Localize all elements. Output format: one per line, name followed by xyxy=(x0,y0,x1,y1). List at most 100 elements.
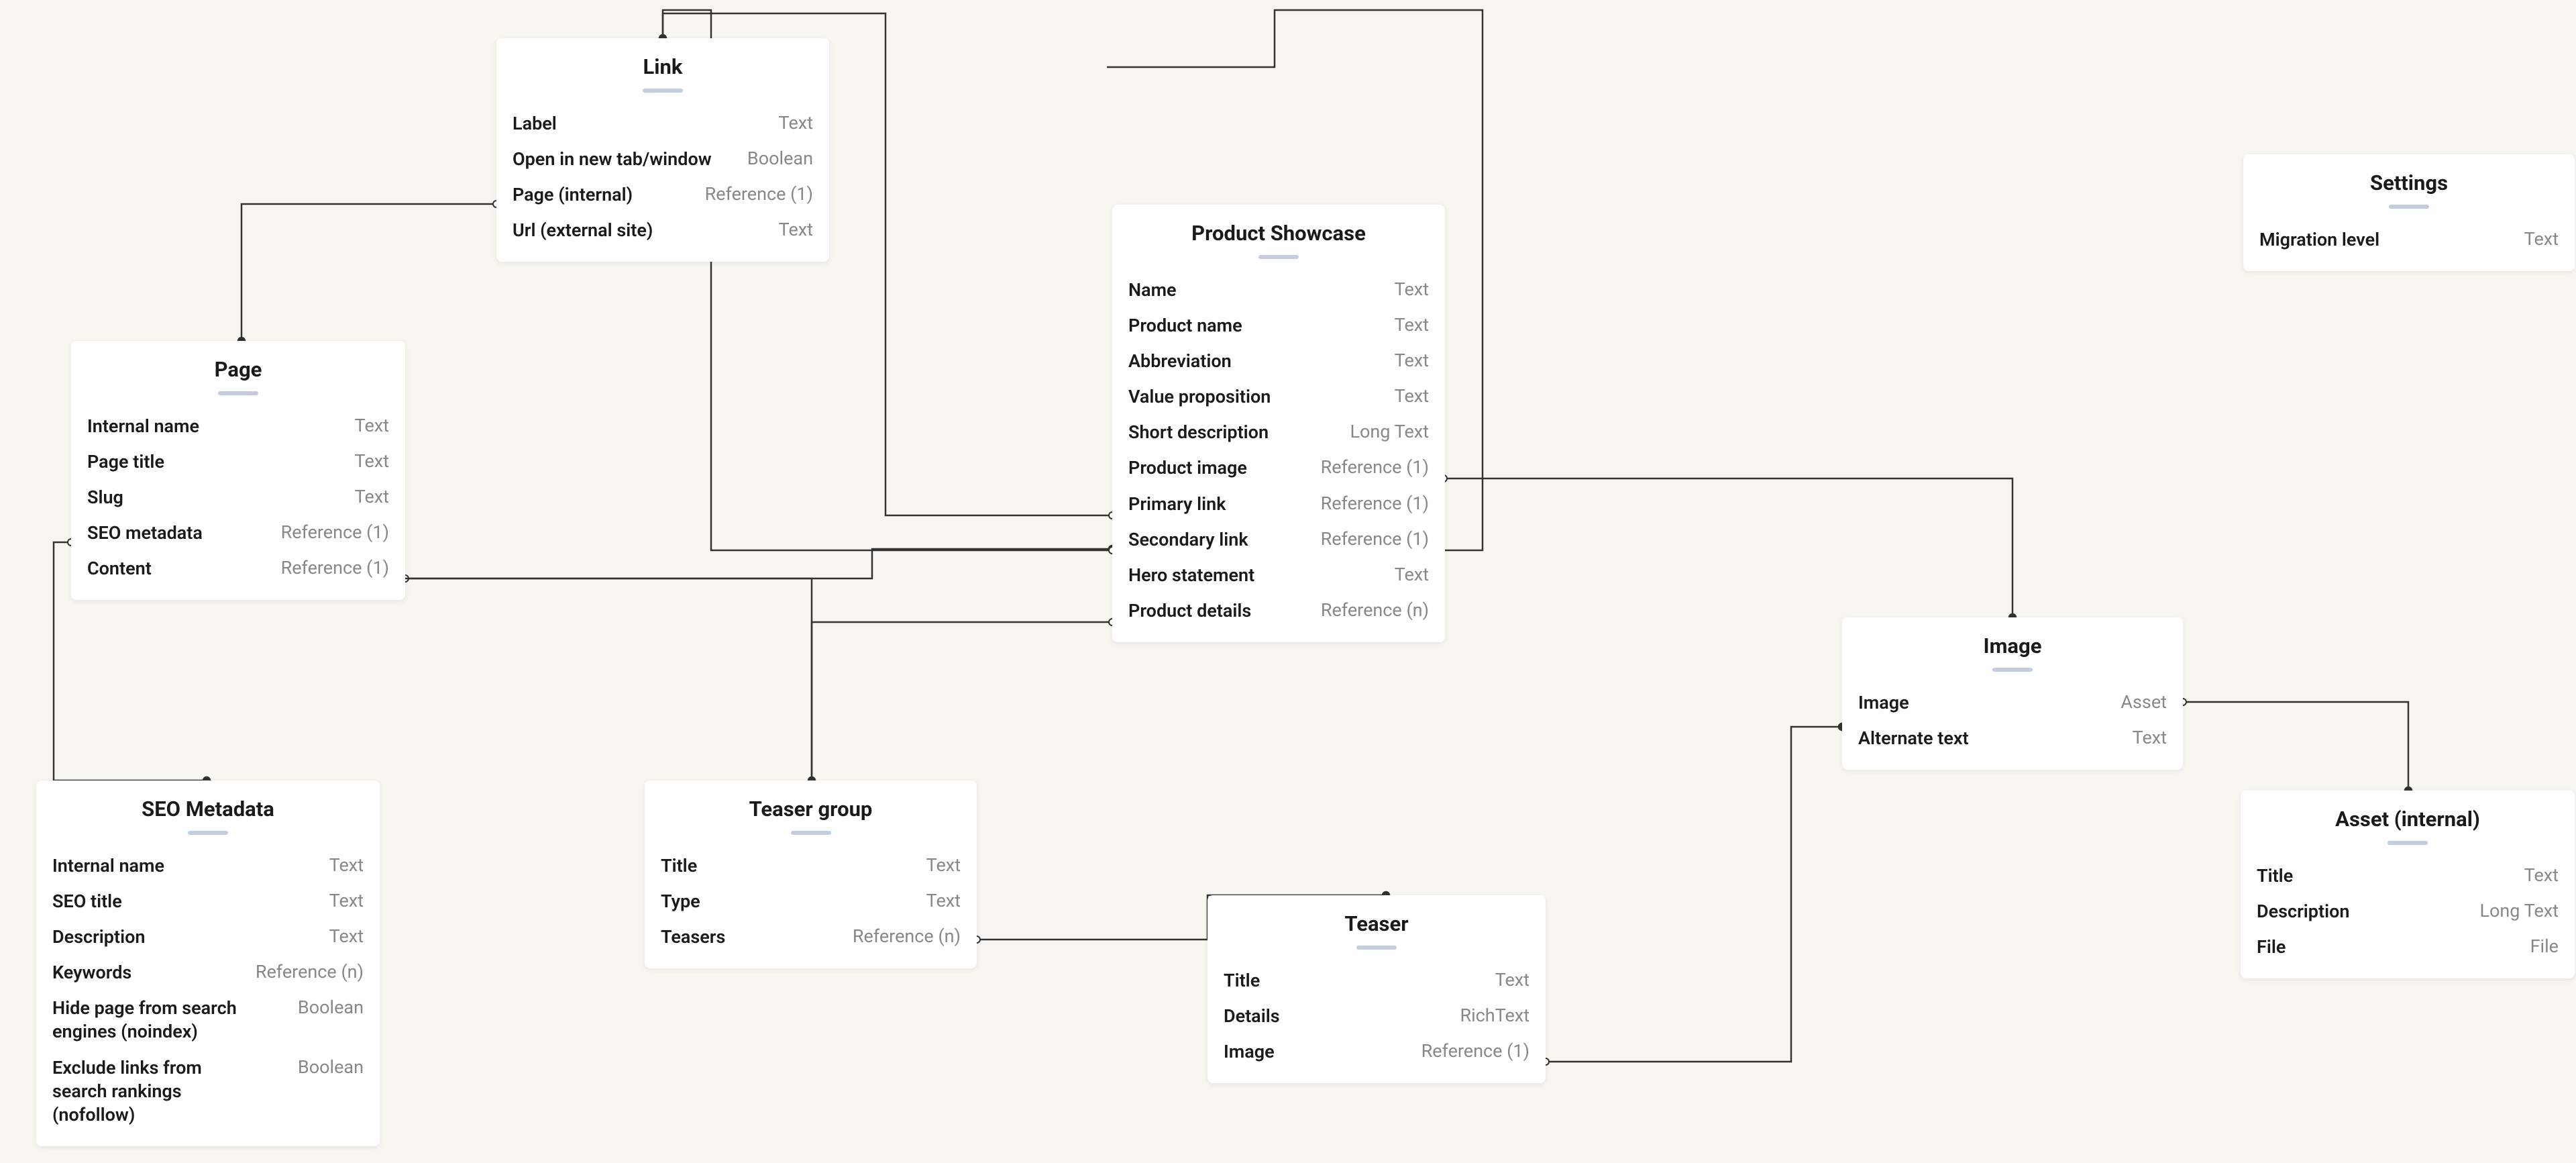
field-row: ContentReference (1) xyxy=(87,551,389,587)
field-type: Boolean xyxy=(298,1056,364,1078)
field-row: SlugText xyxy=(87,480,389,515)
field-type: Asset xyxy=(2121,691,2167,713)
field-name: Internal name xyxy=(87,415,199,438)
field-name: Product details xyxy=(1128,599,1251,623)
field-name: Product image xyxy=(1128,456,1247,480)
field-name: SEO title xyxy=(52,890,122,913)
field-row: FileFile xyxy=(2257,929,2559,965)
node-header: Product Showcase xyxy=(1112,205,1445,268)
field-name: Image xyxy=(1858,691,1909,715)
field-row: Url (external site)Text xyxy=(513,213,813,248)
field-type: Reference (n) xyxy=(256,961,364,982)
field-type: Text xyxy=(1395,279,1429,300)
field-row: AbbreviationText xyxy=(1128,344,1429,379)
field-type: Text xyxy=(1395,385,1429,407)
field-type: Reference (1) xyxy=(1321,456,1429,478)
field-name: Title xyxy=(1224,969,1260,993)
node-body: Internal nameText Page titleText SlugTex… xyxy=(71,405,405,600)
node-header: Page xyxy=(71,341,405,405)
field-type: Reference (1) xyxy=(281,521,389,543)
node-header: Link xyxy=(496,38,829,102)
drag-handle-icon[interactable] xyxy=(188,831,228,835)
field-row: SEO metadataReference (1) xyxy=(87,515,389,551)
field-type: Reference (1) xyxy=(1321,493,1429,514)
field-row: TeasersReference (n) xyxy=(661,919,961,955)
field-row: Secondary linkReference (1) xyxy=(1128,522,1429,558)
field-name: Description xyxy=(2257,900,2349,923)
field-row: Migration level Text xyxy=(2259,222,2559,258)
node-body: TitleText TypeText TeasersReference (n) xyxy=(645,844,977,968)
node-body: TitleText DetailsRichText Image Reference… xyxy=(1208,959,1546,1083)
field-name: Migration level xyxy=(2259,228,2379,252)
drag-handle-icon[interactable] xyxy=(1258,255,1299,259)
node-header: Teaser xyxy=(1208,895,1546,959)
node-body: ImageAsset Alternate textText xyxy=(1842,681,2183,770)
field-type: Long Text xyxy=(2479,900,2559,921)
field-type: Text xyxy=(779,219,813,240)
field-name: Teasers xyxy=(661,925,725,949)
node-settings[interactable]: Settings Migration level Text xyxy=(2243,154,2575,271)
field-name: Product name xyxy=(1128,314,1242,338)
field-row: TitleText xyxy=(1224,963,1529,999)
node-product-showcase[interactable]: Product Showcase Name Text Product name Te… xyxy=(1112,205,1445,642)
field-name: Title xyxy=(661,854,697,878)
node-link[interactable]: Link LabelText Open in new tab/windowBoo… xyxy=(496,38,829,262)
drag-handle-icon[interactable] xyxy=(2389,205,2429,209)
field-row: Short description Long Text xyxy=(1128,415,1429,450)
field-type: Text xyxy=(329,890,364,911)
drag-handle-icon[interactable] xyxy=(218,391,258,395)
field-name: Short description xyxy=(1128,421,1269,444)
node-header: Settings xyxy=(2243,154,2575,218)
drag-handle-icon[interactable] xyxy=(791,831,831,835)
node-page[interactable]: Page Internal nameText Page titleText Sl… xyxy=(71,341,405,600)
node-header: SEO Metadata xyxy=(36,780,380,844)
field-row: Image Asset xyxy=(1858,685,2167,721)
field-name: Page (internal) xyxy=(513,183,633,207)
node-title: Image xyxy=(1858,634,2167,658)
field-type: Long Text xyxy=(1350,421,1429,442)
field-type: Reference (1) xyxy=(1321,528,1429,550)
field-type: Text xyxy=(926,890,961,911)
field-row: KeywordsReference (n) xyxy=(52,955,364,991)
field-type: Reference (n) xyxy=(1321,599,1429,621)
node-title: Teaser group xyxy=(661,797,961,821)
field-row: Product details Reference (n) xyxy=(1128,593,1429,629)
field-name: Name xyxy=(1128,279,1177,302)
node-title: Settings xyxy=(2259,170,2559,195)
field-type: Text xyxy=(1395,350,1429,371)
field-name: Image xyxy=(1224,1040,1275,1064)
field-row: Internal nameText xyxy=(87,409,389,444)
node-title: SEO Metadata xyxy=(52,797,364,821)
field-type: Reference (1) xyxy=(705,183,813,205)
node-title: Asset (internal) xyxy=(2257,807,2559,831)
node-seo-metadata[interactable]: SEO Metadata Internal nameText SEO title… xyxy=(36,780,380,1146)
field-type: Text xyxy=(355,486,389,507)
field-type: Text xyxy=(779,112,813,134)
field-row: SEO title Text xyxy=(52,884,364,919)
node-asset[interactable]: Asset (internal) TitleText DescriptionLo… xyxy=(2241,791,2575,978)
node-image[interactable]: Image ImageAsset Alternate textText xyxy=(1842,617,2183,770)
node-body: LabelText Open in new tab/windowBoolean … xyxy=(496,102,829,262)
node-teaser-group[interactable]: Teaser group TitleText TypeText TeasersR… xyxy=(645,780,977,968)
field-name: Primary link xyxy=(1128,493,1226,516)
field-type: Text xyxy=(355,450,389,472)
node-header: Image xyxy=(1842,617,2183,681)
drag-handle-icon[interactable] xyxy=(2387,841,2428,845)
field-row: Internal nameText xyxy=(52,848,364,884)
drag-handle-icon[interactable] xyxy=(1992,668,2033,672)
field-type: Text xyxy=(2524,864,2559,886)
field-row: Primary link Reference (1) xyxy=(1128,487,1429,522)
field-type: Text xyxy=(329,854,364,876)
field-row: LabelText xyxy=(513,106,813,142)
node-title: Link xyxy=(513,54,813,79)
field-row: DetailsRichText xyxy=(1224,999,1529,1034)
field-type: Reference (1) xyxy=(1421,1040,1529,1062)
drag-handle-icon[interactable] xyxy=(1356,946,1397,950)
field-name: Alternate text xyxy=(1858,727,1969,750)
field-row: TitleText xyxy=(661,848,961,884)
field-row: Hide page from search engines (noindex)B… xyxy=(52,991,364,1050)
field-row: Description Long Text xyxy=(2257,894,2559,929)
drag-handle-icon[interactable] xyxy=(643,89,683,93)
field-type: Text xyxy=(2524,228,2559,250)
node-teaser[interactable]: Teaser TitleText DetailsRichText Image Re… xyxy=(1208,895,1546,1083)
